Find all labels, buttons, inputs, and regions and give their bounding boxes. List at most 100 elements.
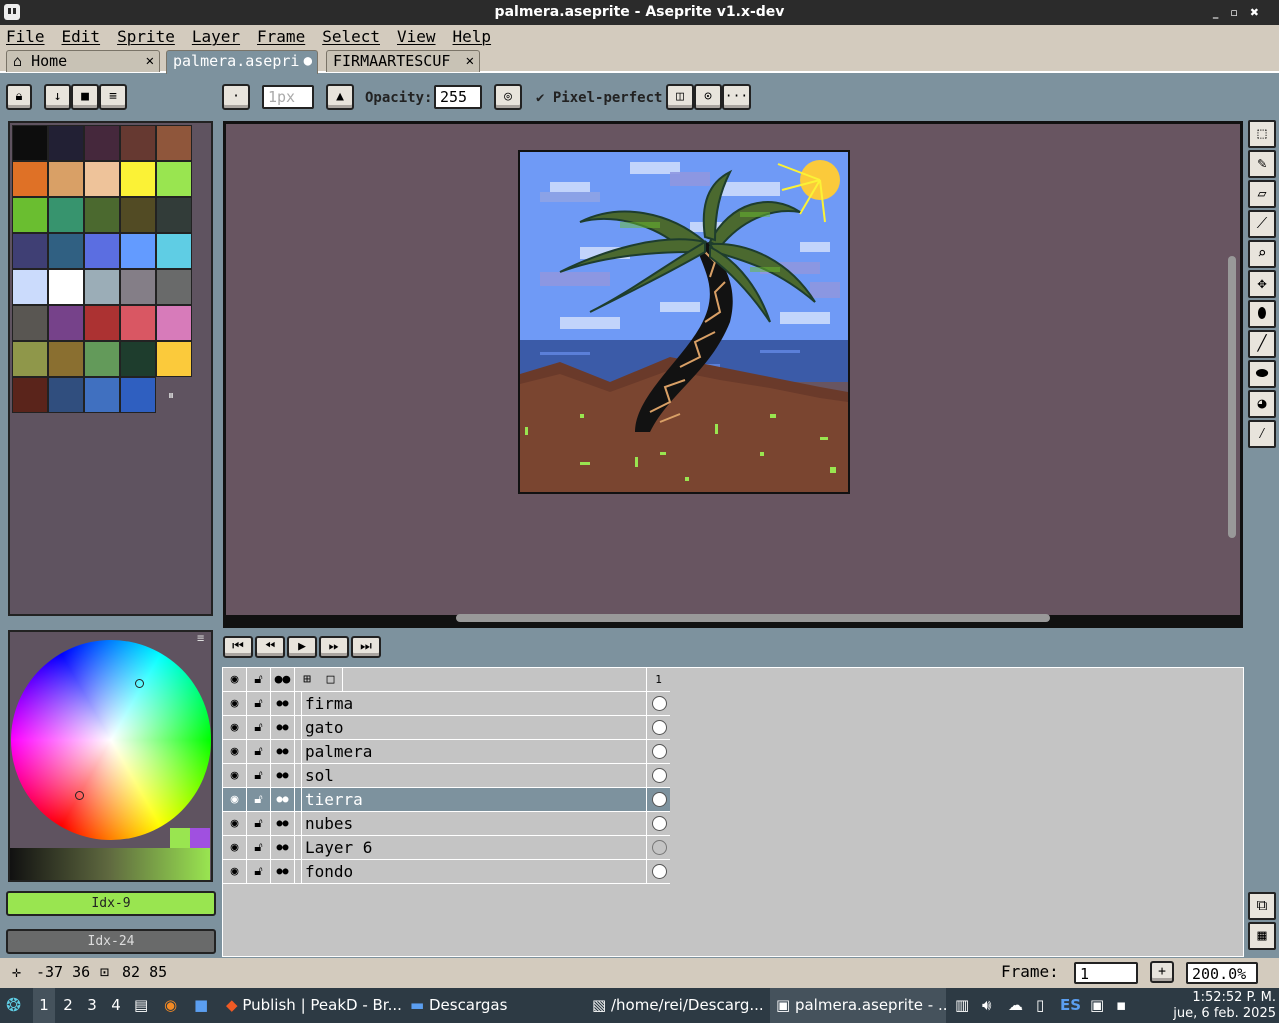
palette-swatch[interactable] <box>12 305 48 341</box>
eye-icon[interactable]: ◉ <box>223 716 247 739</box>
taskbar-app-terminal[interactable]: ▧ /home/rei/Descarg... <box>592 988 764 1023</box>
taskbar-app-descargas[interactable]: ▬ Descargas <box>410 988 586 1023</box>
volume-icon[interactable]: 🔊︎ <box>982 988 1000 1023</box>
pixel-perfect-checkbox[interactable]: ✔ Pixel-perfect <box>536 86 662 110</box>
palette-swatch[interactable] <box>12 125 48 161</box>
background-color-bar[interactable]: Idx-24 <box>6 929 216 954</box>
unlock-icon[interactable]: 🔓︎ <box>247 812 271 835</box>
palette-swatch[interactable] <box>120 341 156 377</box>
cel[interactable] <box>646 740 670 763</box>
brush-type-icon[interactable]: · <box>222 84 250 110</box>
cel[interactable] <box>646 812 670 835</box>
continuous-icon[interactable]: ●● <box>271 764 295 787</box>
horizontal-scrollbar[interactable] <box>456 614 1050 622</box>
taskbar-app-brave[interactable]: ◆ Publish | PeakD - Br... <box>226 988 402 1023</box>
shade-bar[interactable] <box>10 848 210 880</box>
close-tab-icon[interactable]: ✕ <box>146 51 154 71</box>
palette-swatch[interactable] <box>120 161 156 197</box>
palette-swatch[interactable] <box>84 341 120 377</box>
cel[interactable] <box>646 788 670 811</box>
zoom-input[interactable]: 200.0% <box>1186 962 1258 984</box>
continuous-icon[interactable]: ●● <box>271 740 295 763</box>
eye-icon[interactable]: ◉ <box>223 740 247 763</box>
layer-row[interactable]: ◉ 🔓︎ ●● sol <box>223 764 670 788</box>
palette-options-icon[interactable]: ≡ <box>99 84 127 110</box>
color-wheel[interactable] <box>11 640 211 840</box>
palette-swatch[interactable] <box>120 305 156 341</box>
palette-swatch[interactable] <box>84 125 120 161</box>
palette-swatch[interactable] <box>156 125 192 161</box>
layer-row[interactable]: ◉ 🔓︎ ●● gato <box>223 716 670 740</box>
palette-swatch[interactable] <box>84 161 120 197</box>
lock-palette-icon[interactable]: 🔒︎ <box>6 84 32 110</box>
more-options-button[interactable]: ··· <box>722 84 751 110</box>
palette-swatch[interactable] <box>84 197 120 233</box>
close-tab-icon[interactable]: ✕ <box>466 51 474 71</box>
file-manager-icon[interactable]: ▤ <box>134 988 154 1023</box>
eye-icon[interactable]: ◉ <box>223 692 247 715</box>
palette-swatch[interactable] <box>120 377 156 413</box>
palette-swatch[interactable] <box>120 269 156 305</box>
visibility-header-icon[interactable]: ◉ <box>223 668 247 691</box>
unlock-icon[interactable]: 🔓︎ <box>247 860 271 883</box>
pencil-icon[interactable]: ✎ <box>1248 150 1276 178</box>
blend-mode-icon[interactable]: ◎ <box>494 84 522 110</box>
eye-icon[interactable]: ◉ <box>223 764 247 787</box>
palette-swatch[interactable] <box>12 269 48 305</box>
palette-swatch[interactable] <box>120 197 156 233</box>
dynamics-icon[interactable]: ⊙ <box>694 84 722 110</box>
layer-row[interactable]: ◉ 🔓︎ ●● fondo <box>223 860 670 884</box>
layer-group-icon[interactable]: ⊞ <box>295 668 319 691</box>
color-options-icon[interactable]: ≡ <box>197 631 204 645</box>
menu-file[interactable]: File <box>6 25 45 48</box>
palette-swatch[interactable] <box>12 161 48 197</box>
notes-icon[interactable]: ▯ <box>1036 988 1052 1023</box>
ellipse-icon[interactable]: ⬬ <box>1248 360 1276 388</box>
eraser-icon[interactable]: ▱ <box>1248 180 1276 208</box>
color-harmony-swatch[interactable] <box>190 828 210 848</box>
unlock-icon[interactable]: 🔓︎ <box>247 836 271 859</box>
opacity-input[interactable]: 255 <box>434 85 482 109</box>
palette-swatch[interactable] <box>156 233 192 269</box>
move-icon[interactable]: ✥ <box>1248 270 1276 298</box>
menu-edit[interactable]: Edit <box>62 25 101 48</box>
paint-bucket-icon[interactable]: ⬮ <box>1248 300 1276 328</box>
frame-header-1[interactable]: 1 <box>646 668 670 691</box>
last-frame-icon[interactable]: ⏭︎ <box>351 636 381 658</box>
lock-header-icon[interactable]: 🔓︎ <box>247 668 271 691</box>
taskbar-app-aseprite[interactable]: ▣ palmera.aseprite - ... <box>770 988 946 1023</box>
palette-swatch[interactable] <box>12 341 48 377</box>
next-frame-icon[interactable]: ⏩︎ <box>319 636 349 658</box>
layer-row[interactable]: ◉ 🔓︎ ●● palmera <box>223 740 670 764</box>
sprite-canvas[interactable] <box>518 150 850 494</box>
continuous-header-icon[interactable]: ●● <box>271 668 295 691</box>
vertical-scrollbar[interactable] <box>1228 256 1236 538</box>
eye-icon[interactable]: ◉ <box>223 860 247 883</box>
layer-row[interactable]: ◉ 🔓︎ ●● firma <box>223 692 670 716</box>
eye-icon[interactable]: ◉ <box>223 836 247 859</box>
palette-swatch[interactable] <box>84 269 120 305</box>
minimize-button[interactable]: _ <box>1213 6 1231 19</box>
palette-presets-icon[interactable]: ■ <box>71 84 99 110</box>
palette-swatch[interactable] <box>120 125 156 161</box>
blur-icon[interactable]: ◕ <box>1248 390 1276 418</box>
palette-swatch[interactable] <box>120 233 156 269</box>
palette-swatch[interactable] <box>48 125 84 161</box>
cel[interactable] <box>646 836 670 859</box>
continuous-icon[interactable]: ●● <box>271 692 295 715</box>
cloud-icon[interactable]: ☁ <box>1008 988 1030 1023</box>
rectangular-marquee-icon[interactable]: ⬚ <box>1248 120 1276 148</box>
unlock-icon[interactable]: 🔓︎ <box>247 788 271 811</box>
unlock-icon[interactable]: 🔓︎ <box>247 716 271 739</box>
actual-size-icon[interactable]: ⧉ <box>1248 892 1276 920</box>
timeline-toggle-icon[interactable]: ▦ <box>1248 922 1276 950</box>
unlock-icon[interactable]: 🔓︎ <box>247 764 271 787</box>
previous-frame-icon[interactable]: ⏪︎ <box>255 636 285 658</box>
workspace-4[interactable]: 4 <box>105 988 127 1023</box>
palette-swatch[interactable] <box>48 341 84 377</box>
palette-swatch[interactable] <box>12 377 48 413</box>
palette-sort-icon[interactable]: ↓ <box>44 84 71 110</box>
workspace-2[interactable]: 2 <box>57 988 79 1023</box>
close-window-button[interactable]: ✖ <box>1250 6 1271 19</box>
layer-row[interactable]: ◉ 🔓︎ ●● tierra <box>223 788 670 812</box>
